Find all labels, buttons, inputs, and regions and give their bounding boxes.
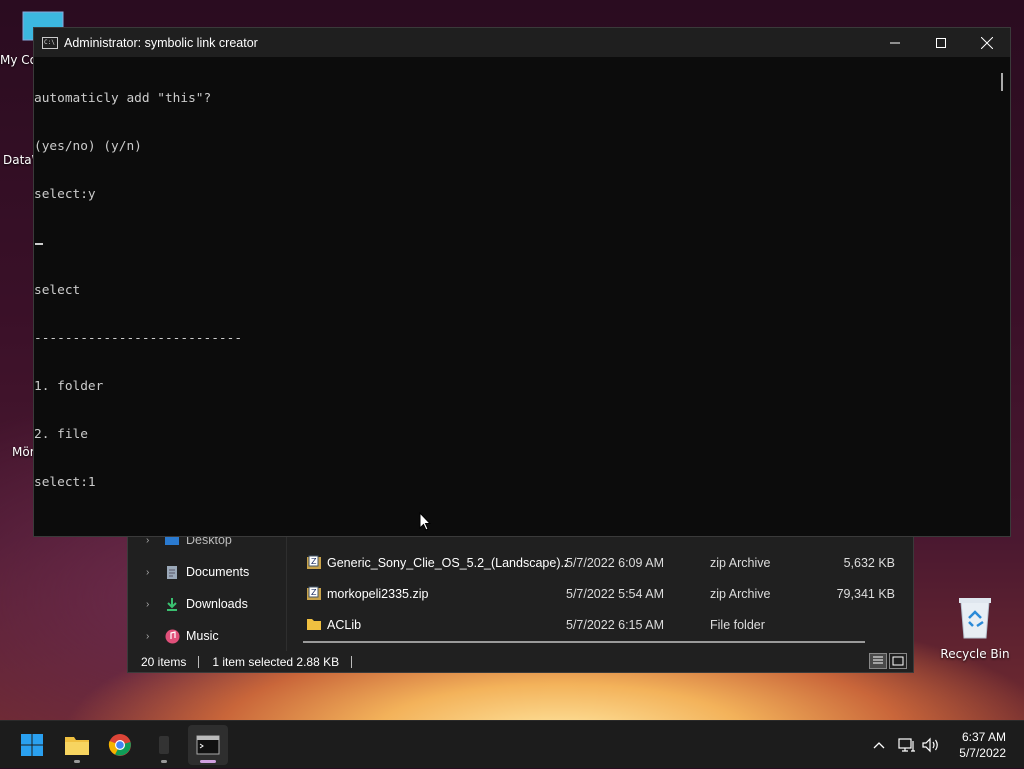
file-date: 5/7/2022 5:54 AM — [566, 587, 664, 601]
app-taskbar-button[interactable] — [144, 725, 184, 765]
chevron-right-icon[interactable]: › — [146, 567, 160, 578]
running-indicator — [74, 760, 80, 763]
nav-item-music[interactable]: › Music — [128, 622, 286, 650]
chrome-icon — [108, 734, 131, 756]
show-hidden-icons-button[interactable] — [868, 721, 890, 769]
pane-divider[interactable] — [286, 529, 287, 651]
file-type: File folder — [710, 618, 765, 632]
file-explorer-window[interactable]: › Desktop › Documents › Downloads › Musi… — [127, 528, 914, 673]
file-size: 79,341 KB — [836, 587, 895, 601]
large-icons-view-icon — [892, 656, 904, 666]
file-date: 5/7/2022 6:15 AM — [566, 618, 664, 632]
console-line: select — [34, 283, 81, 298]
network-icon — [898, 738, 915, 752]
status-divider — [198, 656, 200, 668]
console-line: automaticly add "this"? — [34, 91, 212, 106]
text-cursor — [35, 243, 43, 245]
file-name: ACLib — [327, 618, 362, 632]
download-icon — [164, 596, 180, 612]
volume-button[interactable] — [920, 721, 942, 769]
large-icons-view-button[interactable] — [889, 653, 907, 669]
document-icon — [164, 564, 180, 580]
file-name: morkopeli2335.zip — [327, 587, 429, 601]
running-indicator — [161, 760, 167, 763]
svg-text:Z: Z — [311, 588, 317, 597]
nav-item-documents[interactable]: › Documents — [128, 558, 286, 586]
file-row[interactable]: Z morkopeli2335.zip 5/7/2022 5:54 AM zip… — [303, 580, 913, 608]
file-list: Z Generic_Sony_Clie_OS_5.2_(Landscape).z… — [303, 529, 913, 651]
minimize-icon — [890, 42, 900, 43]
maximize-icon — [936, 37, 946, 48]
system-clock[interactable]: 6:37 AM 5/7/2022 — [959, 729, 1006, 761]
file-type: zip Archive — [710, 587, 771, 601]
scrollbar-thumb[interactable] — [1001, 73, 1003, 91]
svg-text:Z: Z — [311, 557, 317, 566]
details-view-button[interactable] — [869, 653, 887, 669]
app-icon — [159, 736, 169, 754]
desktop-icon-label: Recycle Bin — [940, 647, 1010, 661]
console-line: 2. file — [34, 427, 88, 442]
close-button[interactable] — [964, 28, 1010, 57]
network-button[interactable] — [896, 721, 918, 769]
item-count: 20 items — [141, 655, 187, 669]
file-explorer-taskbar-button[interactable] — [57, 725, 97, 765]
running-indicator — [200, 760, 216, 763]
selection-info: 1 item selected 2.88 KB — [212, 655, 340, 669]
file-row[interactable]: Z Generic_Sony_Clie_OS_5.2_(Landscape).z… — [303, 549, 913, 577]
chevron-right-icon[interactable]: › — [146, 631, 160, 642]
console-line: select:1 — [34, 475, 96, 490]
nav-item-label: Downloads — [186, 597, 248, 611]
horizontal-scrollbar[interactable] — [303, 641, 865, 643]
explorer-navigation-pane: › Desktop › Documents › Downloads › Musi… — [128, 529, 286, 651]
terminal-icon — [196, 735, 220, 755]
file-type: zip Archive — [710, 556, 771, 570]
clock-date: 5/7/2022 — [959, 746, 1006, 760]
file-date: 5/7/2022 6:09 AM — [566, 556, 664, 570]
recycle-bin-icon — [959, 598, 991, 639]
status-divider — [351, 656, 353, 668]
minimize-button[interactable] — [872, 28, 918, 57]
start-button[interactable] — [12, 725, 52, 765]
nav-item-label: Music — [186, 629, 219, 643]
desktop-icon-recycle-bin[interactable]: Recycle Bin — [940, 596, 1010, 661]
file-name: Generic_Sony_Clie_OS_5.2_(Landscape).zip — [327, 556, 567, 570]
console-line: 1. folder — [34, 379, 104, 394]
zip-archive-icon: Z — [306, 555, 322, 571]
zip-archive-icon: Z — [306, 586, 322, 602]
windows-logo-icon — [21, 734, 43, 756]
window-titlebar[interactable]: C:\ Administrator: symbolic link creator — [34, 28, 1010, 57]
speaker-icon — [922, 737, 938, 753]
taskbar: 6:37 AM 5/7/2022 — [0, 720, 1024, 768]
console-output[interactable]: automaticly add "this"? (yes/no) (y/n) s… — [34, 57, 998, 536]
folder-icon — [306, 617, 322, 633]
clock-time: 6:37 AM — [961, 730, 1006, 744]
terminal-taskbar-button[interactable] — [188, 725, 228, 765]
mouse-pointer-icon — [419, 512, 431, 531]
console-line: --------------------------- — [34, 331, 243, 346]
file-size: 5,632 KB — [843, 556, 895, 570]
window-title: Administrator: symbolic link creator — [64, 35, 258, 50]
vertical-scrollbar[interactable] — [992, 57, 1010, 536]
cmd-app-icon: C:\ — [42, 36, 58, 49]
details-view-icon — [873, 656, 883, 664]
file-row[interactable]: ACLib 5/7/2022 6:15 AM File folder — [303, 611, 913, 639]
command-prompt-window[interactable]: C:\ Administrator: symbolic link creator… — [33, 27, 1011, 537]
chrome-taskbar-button[interactable] — [100, 725, 140, 765]
chevron-up-icon — [873, 742, 885, 749]
console-line: (yes/no) (y/n) — [34, 139, 142, 154]
view-buttons — [869, 653, 907, 669]
close-icon — [981, 36, 993, 49]
nav-item-label: Documents — [186, 565, 250, 579]
folder-icon — [65, 737, 89, 755]
maximize-button[interactable] — [918, 28, 964, 57]
status-bar: 20 items 1 item selected 2.88 KB — [128, 651, 913, 673]
chevron-right-icon[interactable]: › — [146, 599, 160, 610]
nav-item-downloads[interactable]: › Downloads — [128, 590, 286, 618]
music-icon — [164, 628, 180, 644]
console-line: select:y — [34, 187, 96, 202]
